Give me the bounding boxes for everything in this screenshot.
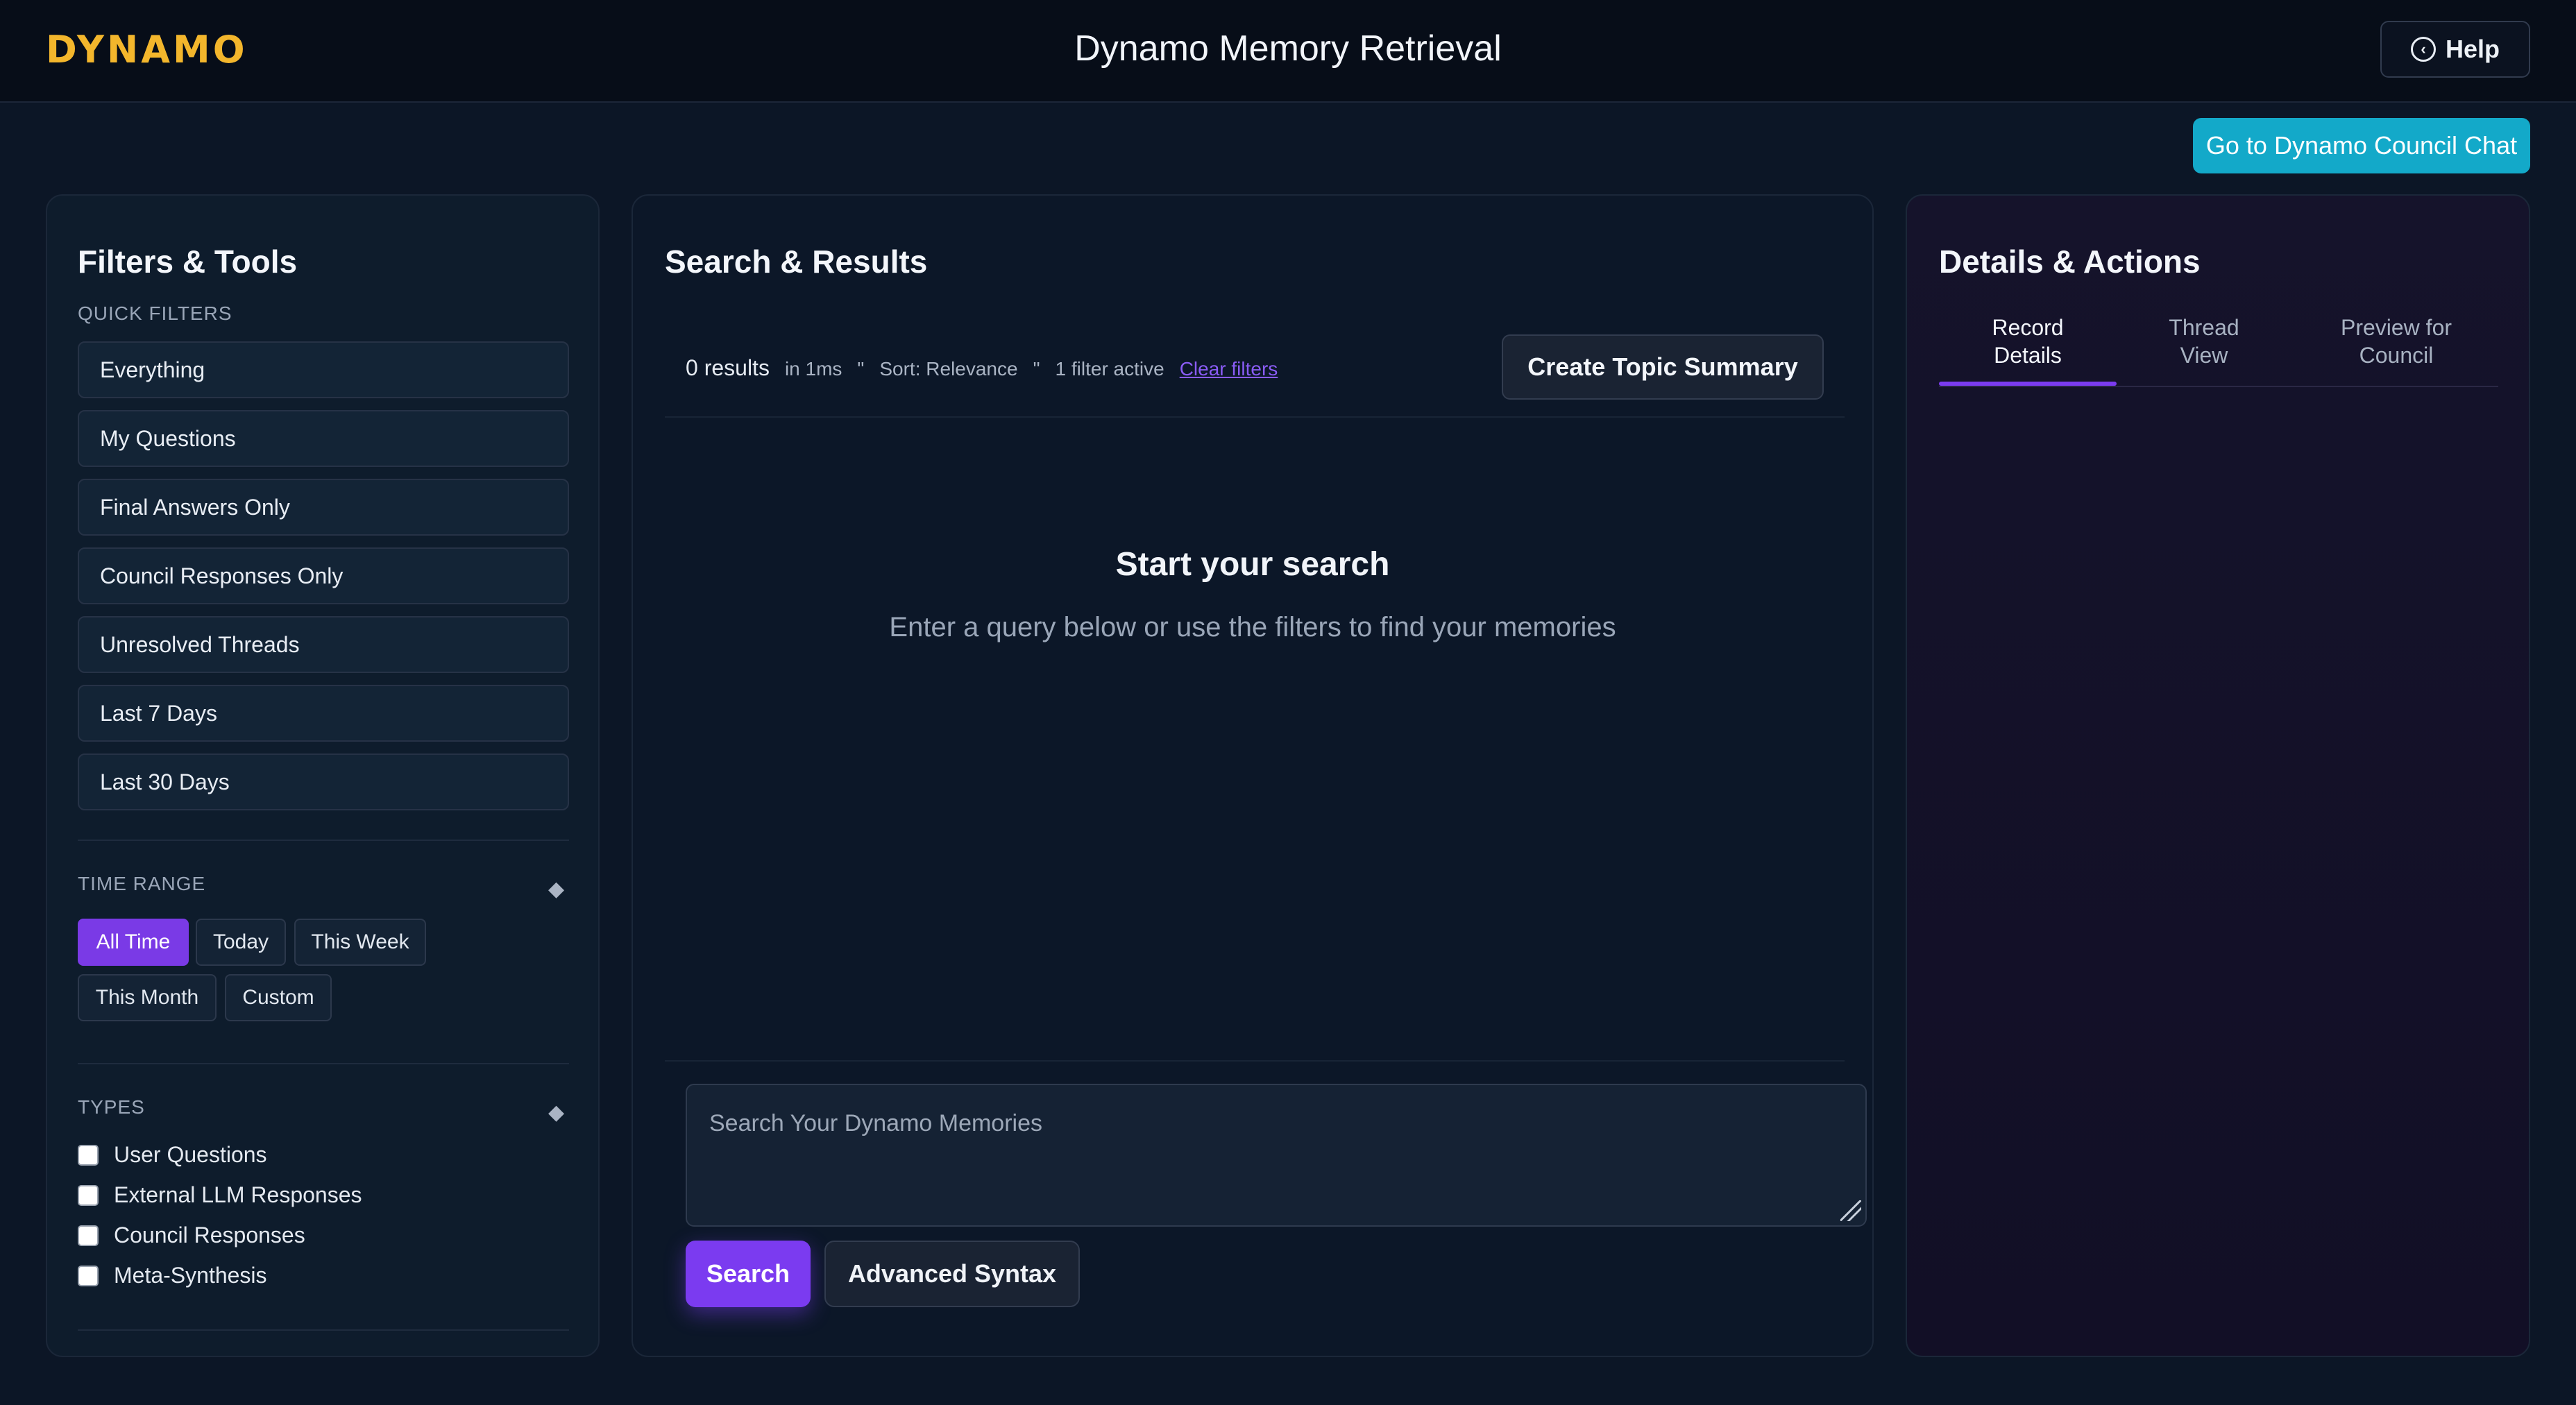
help-button[interactable]: ‹ Help bbox=[2380, 21, 2530, 78]
filters-active-count: 1 filter active bbox=[1055, 358, 1164, 380]
tab-thread-view[interactable]: Thread View bbox=[2128, 314, 2280, 389]
tab-label-line: View bbox=[2180, 343, 2228, 368]
empty-state-subtitle: Enter a query below or use the filters t… bbox=[889, 612, 1616, 642]
circle-arrow-icon: ‹ bbox=[2410, 37, 2436, 62]
empty-state-title: Start your search bbox=[1115, 546, 1390, 583]
quick-filter-final-answers[interactable]: Final Answers Only bbox=[78, 479, 569, 536]
council-chat-button[interactable]: Go to Dynamo Council Chat bbox=[2193, 118, 2530, 173]
section-divider bbox=[78, 1329, 569, 1331]
type-label: User Questions bbox=[114, 1142, 267, 1167]
sort-label[interactable]: Sort: Relevance bbox=[879, 358, 1017, 380]
tab-label-line: Council bbox=[2359, 343, 2434, 368]
quick-filter-unresolved-threads[interactable]: Unresolved Threads bbox=[78, 616, 569, 673]
create-topic-summary-button[interactable]: Create Topic Summary bbox=[1502, 334, 1824, 400]
type-label: Meta-Synthesis bbox=[114, 1263, 267, 1288]
advanced-syntax-button[interactable]: Advanced Syntax bbox=[824, 1241, 1080, 1307]
quick-filter-everything[interactable]: Everything bbox=[78, 341, 569, 398]
types-label: TYPES bbox=[78, 1096, 145, 1118]
type-checkbox-user-questions[interactable] bbox=[78, 1144, 99, 1166]
help-label: Help bbox=[2445, 35, 2500, 63]
type-filter-row[interactable]: Council Responses bbox=[78, 1223, 305, 1248]
quick-filter-my-questions[interactable]: My Questions bbox=[78, 410, 569, 467]
separator: " bbox=[857, 358, 865, 380]
result-count: 0 results bbox=[686, 355, 770, 380]
details-title: Details & Actions bbox=[1939, 244, 2201, 280]
type-label: Council Responses bbox=[114, 1223, 305, 1248]
search-divider bbox=[665, 1060, 1845, 1062]
tab-label-line: Record bbox=[1992, 315, 2064, 340]
app-header: DYNAMO Dynamo Memory Retrieval ‹ Help bbox=[0, 0, 2576, 103]
results-divider bbox=[665, 416, 1845, 418]
type-filter-row[interactable]: User Questions bbox=[78, 1142, 267, 1168]
time-range-custom[interactable]: Custom bbox=[225, 974, 332, 1021]
time-range-all-time[interactable]: All Time bbox=[78, 919, 189, 966]
type-checkbox-meta-synthesis[interactable] bbox=[78, 1265, 99, 1286]
page-title: Dynamo Memory Retrieval bbox=[1074, 28, 1502, 69]
section-divider bbox=[78, 1063, 569, 1064]
type-label: External LLM Responses bbox=[114, 1182, 362, 1207]
quick-filter-council-responses[interactable]: Council Responses Only bbox=[78, 547, 569, 604]
quick-filter-last-7-days[interactable]: Last 7 Days bbox=[78, 685, 569, 742]
quick-filter-last-30-days[interactable]: Last 30 Days bbox=[78, 753, 569, 810]
result-timing: in 1ms bbox=[784, 358, 842, 380]
type-filter-row[interactable]: External LLM Responses bbox=[78, 1182, 362, 1208]
tab-bar-rule bbox=[1939, 386, 2498, 387]
active-tab-indicator bbox=[1939, 382, 2117, 386]
type-filter-row[interactable]: Meta-Synthesis bbox=[78, 1263, 267, 1288]
tab-preview-for-council[interactable]: Preview for Council bbox=[2296, 314, 2497, 389]
search-results-panel: Search & Results 0 results in 1ms " Sort… bbox=[632, 194, 1874, 1357]
time-range-this-month[interactable]: This Month bbox=[78, 974, 217, 1021]
type-checkbox-council-responses[interactable] bbox=[78, 1225, 99, 1246]
search-input[interactable]: Search Your Dynamo Memories bbox=[686, 1084, 1867, 1227]
tab-label-line: Thread bbox=[2169, 315, 2239, 340]
time-range-label: TIME RANGE bbox=[78, 873, 206, 894]
section-divider bbox=[78, 840, 569, 841]
details-panel: Details & Actions Record Details Thread … bbox=[1906, 194, 2530, 1357]
types-toggle-icon[interactable]: ◆ bbox=[548, 1100, 564, 1125]
tab-record-details[interactable]: Record Details bbox=[1939, 314, 2117, 389]
time-range-today[interactable]: Today bbox=[196, 919, 286, 966]
quick-filters-label: QUICK FILTERS bbox=[78, 303, 232, 324]
type-checkbox-external-llm[interactable] bbox=[78, 1184, 99, 1206]
time-range-toggle-icon[interactable]: ◆ bbox=[548, 877, 564, 901]
separator: " bbox=[1033, 358, 1040, 380]
time-range-this-week[interactable]: This Week bbox=[294, 919, 426, 966]
search-placeholder: Search Your Dynamo Memories bbox=[709, 1110, 1043, 1136]
resize-handle-icon[interactable] bbox=[1840, 1200, 1861, 1221]
tab-label-line: Preview for bbox=[2340, 315, 2452, 340]
search-button[interactable]: Search bbox=[686, 1241, 811, 1307]
results-summary-bar: 0 results in 1ms " Sort: Relevance " 1 f… bbox=[686, 355, 1278, 381]
clear-filters-link[interactable]: Clear filters bbox=[1180, 358, 1278, 380]
filters-title: Filters & Tools bbox=[78, 244, 298, 280]
search-results-title: Search & Results bbox=[665, 244, 928, 280]
filters-panel: Filters & Tools QUICK FILTERS Everything… bbox=[46, 194, 600, 1357]
tab-label-line: Details bbox=[1994, 343, 2062, 368]
